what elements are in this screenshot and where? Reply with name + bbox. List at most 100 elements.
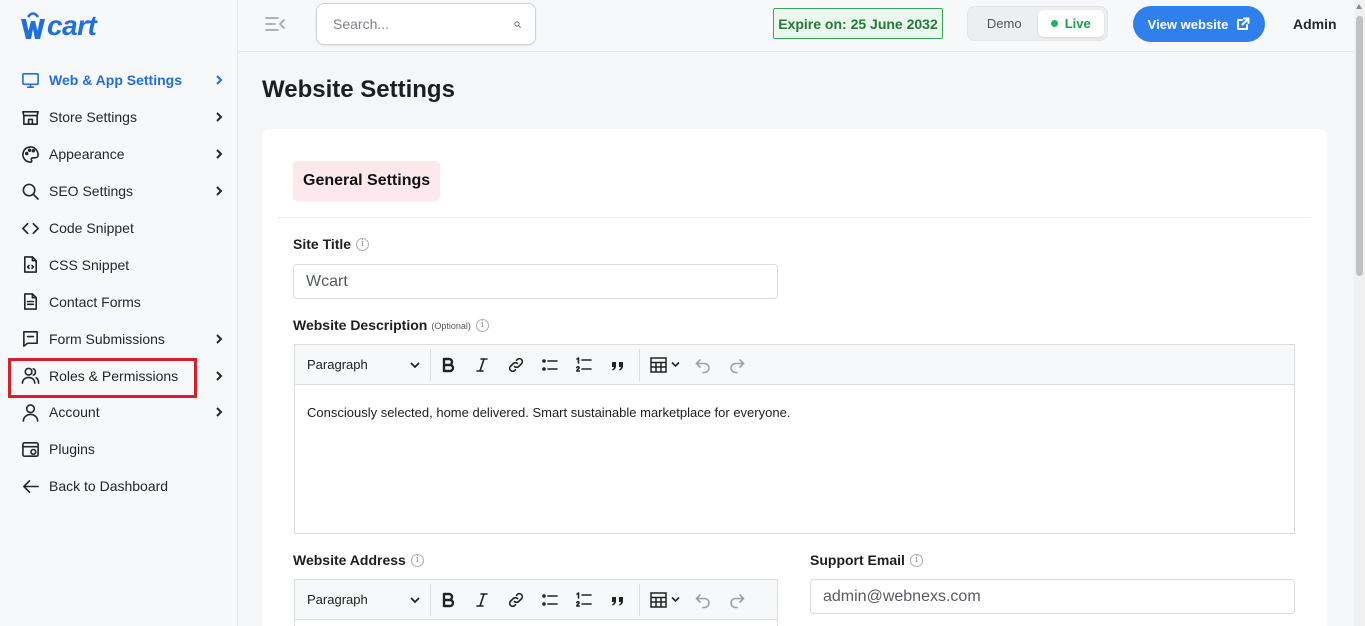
sidebar-item-roles-permissions[interactable]: Roles & Permissions [0,357,237,399]
website-description-label: Website Description (Optional) i [293,317,489,333]
sidebar-item-label: Form Submissions [49,330,165,347]
sidebar-item-form-submissions[interactable]: Form Submissions [0,320,237,357]
italic-icon[interactable] [465,349,499,381]
sidebar-item-label: Store Settings [49,109,137,126]
brand-logo[interactable]: cart [0,0,237,52]
sidebar-item-seo-settings[interactable]: SEO Settings [0,173,237,210]
chevron-down-icon [410,361,420,368]
blockquote-icon[interactable] [601,584,635,616]
chevron-right-icon [215,112,225,123]
mode-toggle[interactable]: Demo Live [967,6,1108,41]
editor-toolbar: Paragraph [295,345,1294,385]
user-icon [20,402,40,422]
link-icon[interactable] [499,349,533,381]
website-description-editor: Paragraph Consciously selected, home del… [294,344,1295,534]
support-email-label-text: Support Email [810,552,905,568]
italic-icon[interactable] [465,584,499,616]
expiry-badge: Expire on: 25 June 2032 [773,8,943,39]
topbar: Expire on: 25 June 2032 Demo Live View w… [238,0,1354,52]
view-website-button[interactable]: View website [1133,6,1265,42]
mode-option-live[interactable]: Live [1037,10,1104,37]
optional-note: (Optional) [431,321,471,331]
sidebar-item-label: Appearance [49,146,125,163]
sidebar-item-css-snippet[interactable]: CSS Snippet [0,246,237,283]
sidebar: cart Web & App Settings Store Settings A… [0,0,238,626]
scrollbar-thumb[interactable] [1356,16,1363,276]
toolbar-separator [639,348,640,381]
sidebar-item-label: CSS Snippet [49,256,130,273]
link-icon[interactable] [499,584,533,616]
page-title: Website Settings [262,76,455,103]
chevron-right-icon [215,333,225,344]
sidebar-item-plugins[interactable]: Plugins [0,431,237,468]
sidebar-item-label: Back to Dashboard [49,478,169,495]
info-icon[interactable]: i [475,318,489,332]
numbered-list-icon[interactable] [567,584,601,616]
redo-icon[interactable] [720,349,754,381]
live-status-dot [1050,20,1058,27]
bulleted-list-icon[interactable] [533,584,567,616]
sidebar-item-account[interactable]: Account [0,394,237,431]
sidebar-item-store-settings[interactable]: Store Settings [0,99,237,136]
website-description-content[interactable]: Consciously selected, home delivered. Sm… [295,385,1294,440]
settings-card: General Settings Site Title i Wcart Webs… [262,129,1327,626]
plugin-icon [20,439,40,459]
undo-icon[interactable] [686,349,720,381]
toolbar-separator [639,583,640,616]
form-icon [20,329,40,349]
collapse-menu-icon[interactable] [264,15,286,33]
search-box[interactable] [316,3,536,45]
sidebar-item-back-to-dashboard[interactable]: Back to Dashboard [0,468,237,505]
table-icon [650,356,667,373]
mode-option-demo[interactable]: Demo [971,10,1038,37]
bulleted-list-icon[interactable] [533,349,567,381]
sidebar-item-appearance[interactable]: Appearance [0,136,237,173]
bold-icon[interactable] [431,349,465,381]
blockquote-icon[interactable] [601,349,635,381]
chevron-down-icon [671,596,680,603]
scroll-up-arrow-icon[interactable] [1356,4,1362,9]
website-address-label: Website Address i [293,552,424,568]
document-icon [20,292,40,312]
paragraph-format-select[interactable]: Paragraph [307,583,431,616]
search-icon [20,181,40,201]
insert-table-button[interactable] [644,349,686,381]
search-icon[interactable] [514,16,521,33]
site-title-label-text: Site Title [293,236,352,252]
cart-logo-icon [20,11,46,41]
tab-general-settings[interactable]: General Settings [293,161,441,201]
redo-icon[interactable] [720,584,754,616]
chevron-right-icon [215,75,225,86]
site-title-input[interactable]: Wcart [293,264,778,299]
editor-toolbar: Paragraph [295,580,777,620]
sidebar-item-code-snippet[interactable]: Code Snippet [0,210,237,247]
numbered-list-icon[interactable] [567,349,601,381]
info-icon[interactable]: i [410,553,424,567]
sidebar-item-web-app-settings[interactable]: Web & App Settings [0,62,237,99]
monitor-icon [20,70,40,90]
sidebar-item-label: Contact Forms [49,293,141,310]
sidebar-item-label: Code Snippet [49,220,134,236]
page-scrollbar[interactable] [1354,0,1365,626]
code-icon [20,218,40,238]
website-address-editor: Paragraph [294,579,778,626]
chevron-right-icon [215,186,225,196]
chevron-right-icon [215,149,225,159]
site-title-label: Site Title i [293,236,370,252]
user-menu[interactable]: Admin [1293,16,1337,32]
bold-icon[interactable] [431,584,465,616]
insert-table-button[interactable] [644,584,686,616]
mode-option-live-label: Live [1064,16,1091,31]
css-file-icon [20,255,40,275]
support-email-input[interactable]: admin@webnexs.com [810,579,1295,614]
paragraph-format-select[interactable]: Paragraph [307,348,431,381]
view-website-label: View website [1147,16,1229,32]
info-icon[interactable]: i [356,237,370,251]
search-input[interactable] [333,16,514,32]
undo-icon[interactable] [686,584,720,616]
external-link-icon [1237,17,1250,30]
info-icon[interactable]: i [909,553,923,567]
paragraph-format-label: Paragraph [307,357,368,372]
chevron-down-icon [671,361,680,368]
sidebar-item-contact-forms[interactable]: Contact Forms [0,283,237,320]
